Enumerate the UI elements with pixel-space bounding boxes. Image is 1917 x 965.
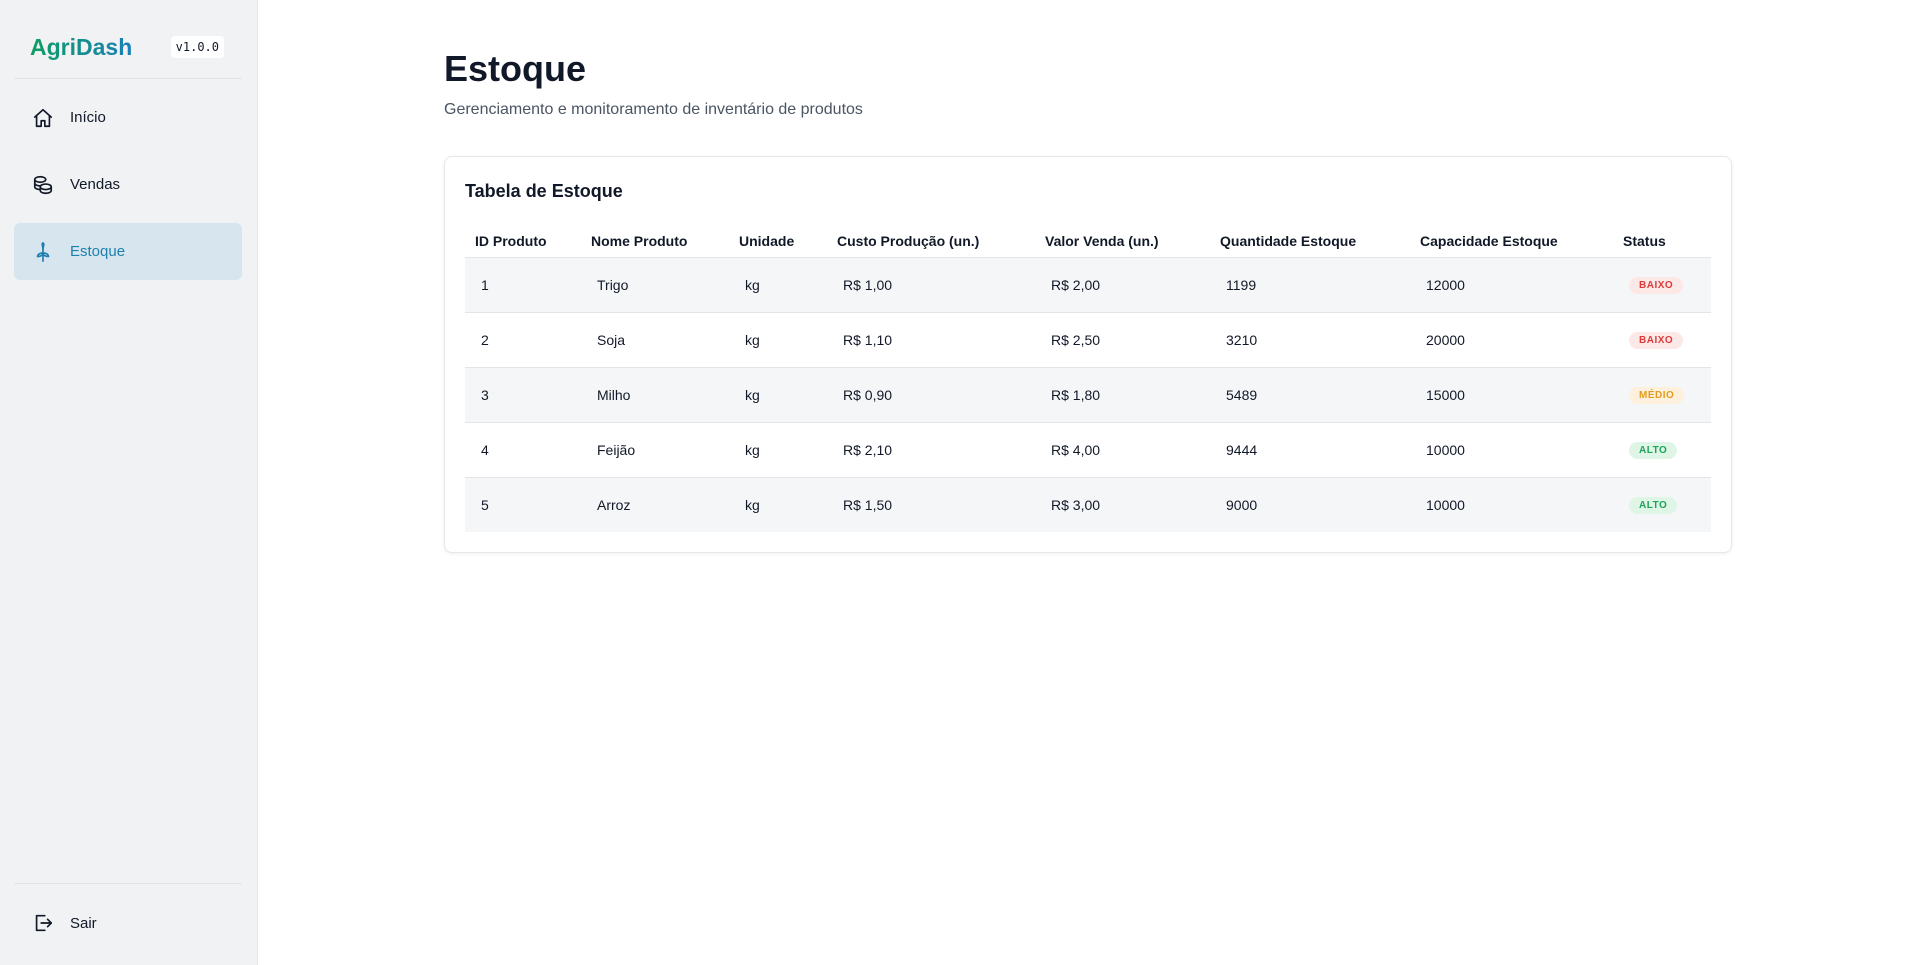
cell-quantidade: 9444 bbox=[1210, 422, 1410, 478]
column-header[interactable]: Nome Produto bbox=[581, 225, 729, 258]
cell-id: 3 bbox=[465, 367, 581, 423]
sidebar-item-inicio[interactable]: Início bbox=[14, 89, 242, 146]
status-badge: MÉDIO bbox=[1629, 387, 1685, 404]
status-badge: ALTO bbox=[1629, 497, 1678, 515]
stock-table: ID Produto Nome Produto Unidade Custo Pr… bbox=[465, 225, 1711, 532]
table-row[interactable]: 2 Soja kg R$ 1,10 R$ 2,50 3210 20000 BAI… bbox=[465, 312, 1711, 368]
cell-capacidade: 10000 bbox=[1410, 422, 1613, 478]
cell-nome: Milho bbox=[581, 367, 729, 423]
sidebar-item-label: Vendas bbox=[70, 176, 121, 193]
cell-custo: R$ 1,10 bbox=[827, 312, 1035, 368]
sidebar: AgriDash v1.0.0 Início Vendas Estoque Sa… bbox=[0, 0, 258, 965]
table-row[interactable]: 1 Trigo kg R$ 1,00 R$ 2,00 1199 12000 BA… bbox=[465, 257, 1711, 313]
sidebar-divider-top bbox=[14, 78, 242, 79]
cell-custo: R$ 0,90 bbox=[827, 367, 1035, 423]
page-title: Estoque bbox=[444, 48, 587, 89]
column-header[interactable]: Custo Produção (un.) bbox=[827, 225, 1035, 258]
sidebar-item-estoque[interactable]: Estoque bbox=[14, 223, 242, 280]
cell-nome: Soja bbox=[581, 312, 729, 368]
table-row[interactable]: 3 Milho kg R$ 0,90 R$ 1,80 5489 15000 MÉ… bbox=[465, 367, 1711, 423]
cell-quantidade: 9000 bbox=[1226, 496, 1258, 513]
stock-table-card: Tabela de Estoque ID Produto Nome Produt… bbox=[444, 156, 1732, 553]
cell-status: BAIXO bbox=[1613, 257, 1711, 313]
table-header-row: ID Produto Nome Produto Unidade Custo Pr… bbox=[465, 225, 1711, 258]
table-row[interactable]: 4 Feijão kg R$ 2,10 R$ 4,00 9444 10000 A… bbox=[465, 422, 1711, 478]
sidebar-item-label: Estoque bbox=[70, 243, 126, 260]
cell-nome: Arroz bbox=[597, 496, 631, 513]
cell-quantidade: 3210 bbox=[1210, 312, 1410, 368]
cell-status: MÉDIO bbox=[1613, 367, 1711, 423]
version-badge: v1.0.0 bbox=[170, 36, 224, 58]
cell-nome: Trigo bbox=[581, 257, 729, 313]
cell-valor: R$ 1,80 bbox=[1035, 367, 1210, 423]
cell-capacidade: 15000 bbox=[1410, 367, 1613, 423]
cell-custo: R$ 1,50 bbox=[843, 496, 893, 513]
card-title: Tabela de Estoque bbox=[465, 181, 623, 201]
home-icon bbox=[32, 107, 54, 129]
cell-unidade: kg bbox=[729, 257, 827, 313]
cell-unidade: kg bbox=[745, 496, 760, 513]
sidebar-item-label: Início bbox=[70, 109, 106, 126]
cell-valor: R$ 4,00 bbox=[1035, 422, 1210, 478]
sidebar-nav: Início Vendas Estoque bbox=[14, 89, 242, 290]
cell-unidade: kg bbox=[729, 367, 827, 423]
column-header[interactable]: Quantidade Estoque bbox=[1210, 225, 1410, 258]
cell-custo: R$ 2,10 bbox=[827, 422, 1035, 478]
cell-capacidade: 20000 bbox=[1410, 312, 1613, 368]
cell-status: ALTO bbox=[1613, 422, 1711, 478]
coins-icon bbox=[32, 174, 54, 196]
column-header[interactable]: Status bbox=[1613, 225, 1711, 258]
column-header[interactable]: Unidade bbox=[729, 225, 827, 258]
cell-valor: R$ 2,50 bbox=[1035, 312, 1210, 368]
cell-capacidade: 10000 bbox=[1426, 496, 1465, 513]
cell-status: BAIXO bbox=[1613, 312, 1711, 368]
cell-capacidade: 12000 bbox=[1410, 257, 1613, 313]
logout-icon bbox=[32, 912, 54, 934]
cell-id: 4 bbox=[465, 422, 581, 478]
cell-status: ALTO bbox=[1613, 477, 1711, 532]
cell-id: 5 bbox=[481, 496, 489, 513]
table-row[interactable]: 5 Arroz kg R$ 1,50 R$ 3,00 9000 10000 AL… bbox=[465, 477, 1711, 532]
cell-id: 1 bbox=[465, 257, 581, 313]
sprout-icon bbox=[32, 241, 54, 263]
cell-valor: R$ 3,00 bbox=[1051, 496, 1101, 513]
sidebar-item-vendas[interactable]: Vendas bbox=[14, 156, 242, 213]
cell-nome: Feijão bbox=[581, 422, 729, 478]
cell-unidade: kg bbox=[729, 422, 827, 478]
status-badge: BAIXO bbox=[1629, 277, 1684, 294]
cell-quantidade: 5489 bbox=[1210, 367, 1410, 423]
status-badge: ALTO bbox=[1629, 442, 1678, 459]
logout-label: Sair bbox=[70, 914, 97, 932]
cell-valor: R$ 2,00 bbox=[1035, 257, 1210, 313]
column-header[interactable]: ID Produto bbox=[465, 225, 581, 258]
brand-row: AgriDash v1.0.0 bbox=[30, 32, 224, 62]
sidebar-divider-bottom bbox=[14, 883, 242, 884]
column-header[interactable]: Valor Venda (un.) bbox=[1035, 225, 1210, 258]
cell-quantidade: 1199 bbox=[1210, 257, 1410, 313]
app-logo[interactable]: AgriDash bbox=[30, 34, 132, 61]
cell-custo: R$ 1,00 bbox=[827, 257, 1035, 313]
status-badge: BAIXO bbox=[1629, 332, 1684, 349]
logout-button[interactable]: Sair bbox=[14, 895, 242, 951]
cell-unidade: kg bbox=[729, 312, 827, 368]
column-header[interactable]: Capacidade Estoque bbox=[1410, 225, 1613, 258]
cell-id: 2 bbox=[465, 312, 581, 368]
page-subtitle: Gerenciamento e monitoramento de inventá… bbox=[444, 101, 863, 118]
